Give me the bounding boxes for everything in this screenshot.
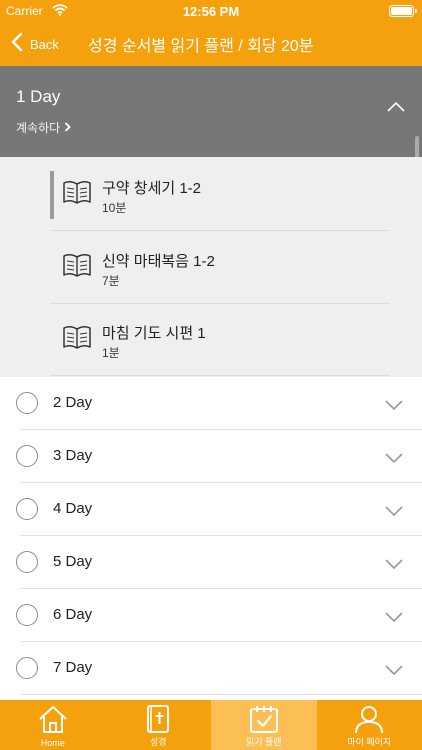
calendar-check-icon (248, 704, 280, 739)
tab-bar: Home 성경 읽기 플랜 마이 페이지 (0, 700, 422, 750)
completion-radio[interactable] (16, 551, 38, 573)
open-book-icon (62, 252, 92, 283)
reading-title: 구약 창세기 1-2 (102, 180, 202, 197)
chevron-up-icon (386, 100, 406, 117)
reading-title: 신약 마태복음 1-2 (102, 253, 215, 270)
completion-radio[interactable] (16, 392, 38, 414)
continue-link[interactable]: 계속하다 (16, 119, 71, 136)
open-book-icon (62, 179, 92, 210)
reading-duration: 10분 (102, 201, 127, 215)
tab-label: 읽기 플랜 (245, 737, 282, 747)
reading-item[interactable]: 마침 기도 시편 1 1분 (50, 304, 390, 376)
day-row-4[interactable]: 4 Day (0, 483, 422, 536)
completion-radio[interactable] (16, 604, 38, 626)
reading-title: 마침 기도 시편 1 (102, 325, 206, 342)
completion-radio[interactable] (16, 657, 38, 679)
back-label: Back (30, 37, 59, 52)
day-1-readings: 구약 창세기 1-2 10분 신약 마태복음 1-2 7분 마침 기도 시편 1… (0, 157, 422, 377)
day-row-2[interactable]: 2 Day (0, 377, 422, 430)
open-book-icon (62, 324, 92, 355)
back-button[interactable]: Back (10, 32, 59, 57)
continue-label: 계속하다 (16, 121, 61, 135)
navigation-bar: Back 성경 순서별 읽기 플랜 / 회당 20분 (0, 22, 422, 66)
day-1-label: 1 Day (16, 87, 61, 106)
day-label: 3 Day (53, 447, 93, 464)
reading-item[interactable]: 구약 창세기 1-2 10분 (50, 159, 390, 231)
tab-home[interactable]: Home (0, 700, 106, 750)
tab-bible[interactable]: 성경 (106, 700, 212, 750)
chevron-down-icon (384, 610, 404, 628)
chevron-left-icon (10, 32, 24, 57)
tab-label: Home (40, 738, 65, 748)
day-row-3[interactable]: 3 Day (0, 430, 422, 483)
chevron-down-icon (384, 398, 404, 416)
chevron-down-icon (384, 557, 404, 575)
completion-radio[interactable] (16, 498, 38, 520)
reading-duration: 7분 (102, 274, 120, 288)
day-1-header[interactable]: 1 Day 계속하다 (0, 66, 422, 166)
tab-reading-plan[interactable]: 읽기 플랜 (211, 700, 317, 750)
day-label: 4 Day (53, 500, 93, 517)
day-label: 2 Day (53, 394, 93, 411)
tab-my-page[interactable]: 마이 페이지 (317, 700, 422, 750)
day-label: 7 Day (53, 659, 93, 676)
status-bar: Carrier 12:56 PM (0, 0, 422, 22)
day-row-5[interactable]: 5 Day (0, 536, 422, 589)
tab-label: 성경 (149, 737, 167, 747)
collapse-day-button[interactable] (386, 100, 406, 118)
chevron-down-icon (384, 663, 404, 681)
chevron-right-icon (64, 121, 71, 135)
tab-label: 마이 페이지 (347, 737, 392, 747)
bible-icon (145, 704, 171, 739)
day-label: 6 Day (53, 606, 93, 623)
reading-duration: 1분 (102, 346, 120, 360)
day-row-7[interactable]: 7 Day (0, 642, 422, 695)
row-divider (20, 694, 422, 695)
chevron-down-icon (384, 451, 404, 469)
clock-label: 12:56 PM (182, 4, 240, 19)
user-icon (353, 704, 385, 739)
page-title: 성경 순서별 읽기 플랜 / 회당 20분 (88, 38, 314, 55)
home-icon (37, 704, 69, 739)
day-row-6[interactable]: 6 Day (0, 589, 422, 642)
reading-item[interactable]: 신약 마태복음 1-2 7분 (50, 232, 390, 304)
day-label: 5 Day (53, 553, 93, 570)
completion-radio[interactable] (16, 445, 38, 467)
battery-icon (389, 5, 417, 17)
chevron-down-icon (384, 504, 404, 522)
